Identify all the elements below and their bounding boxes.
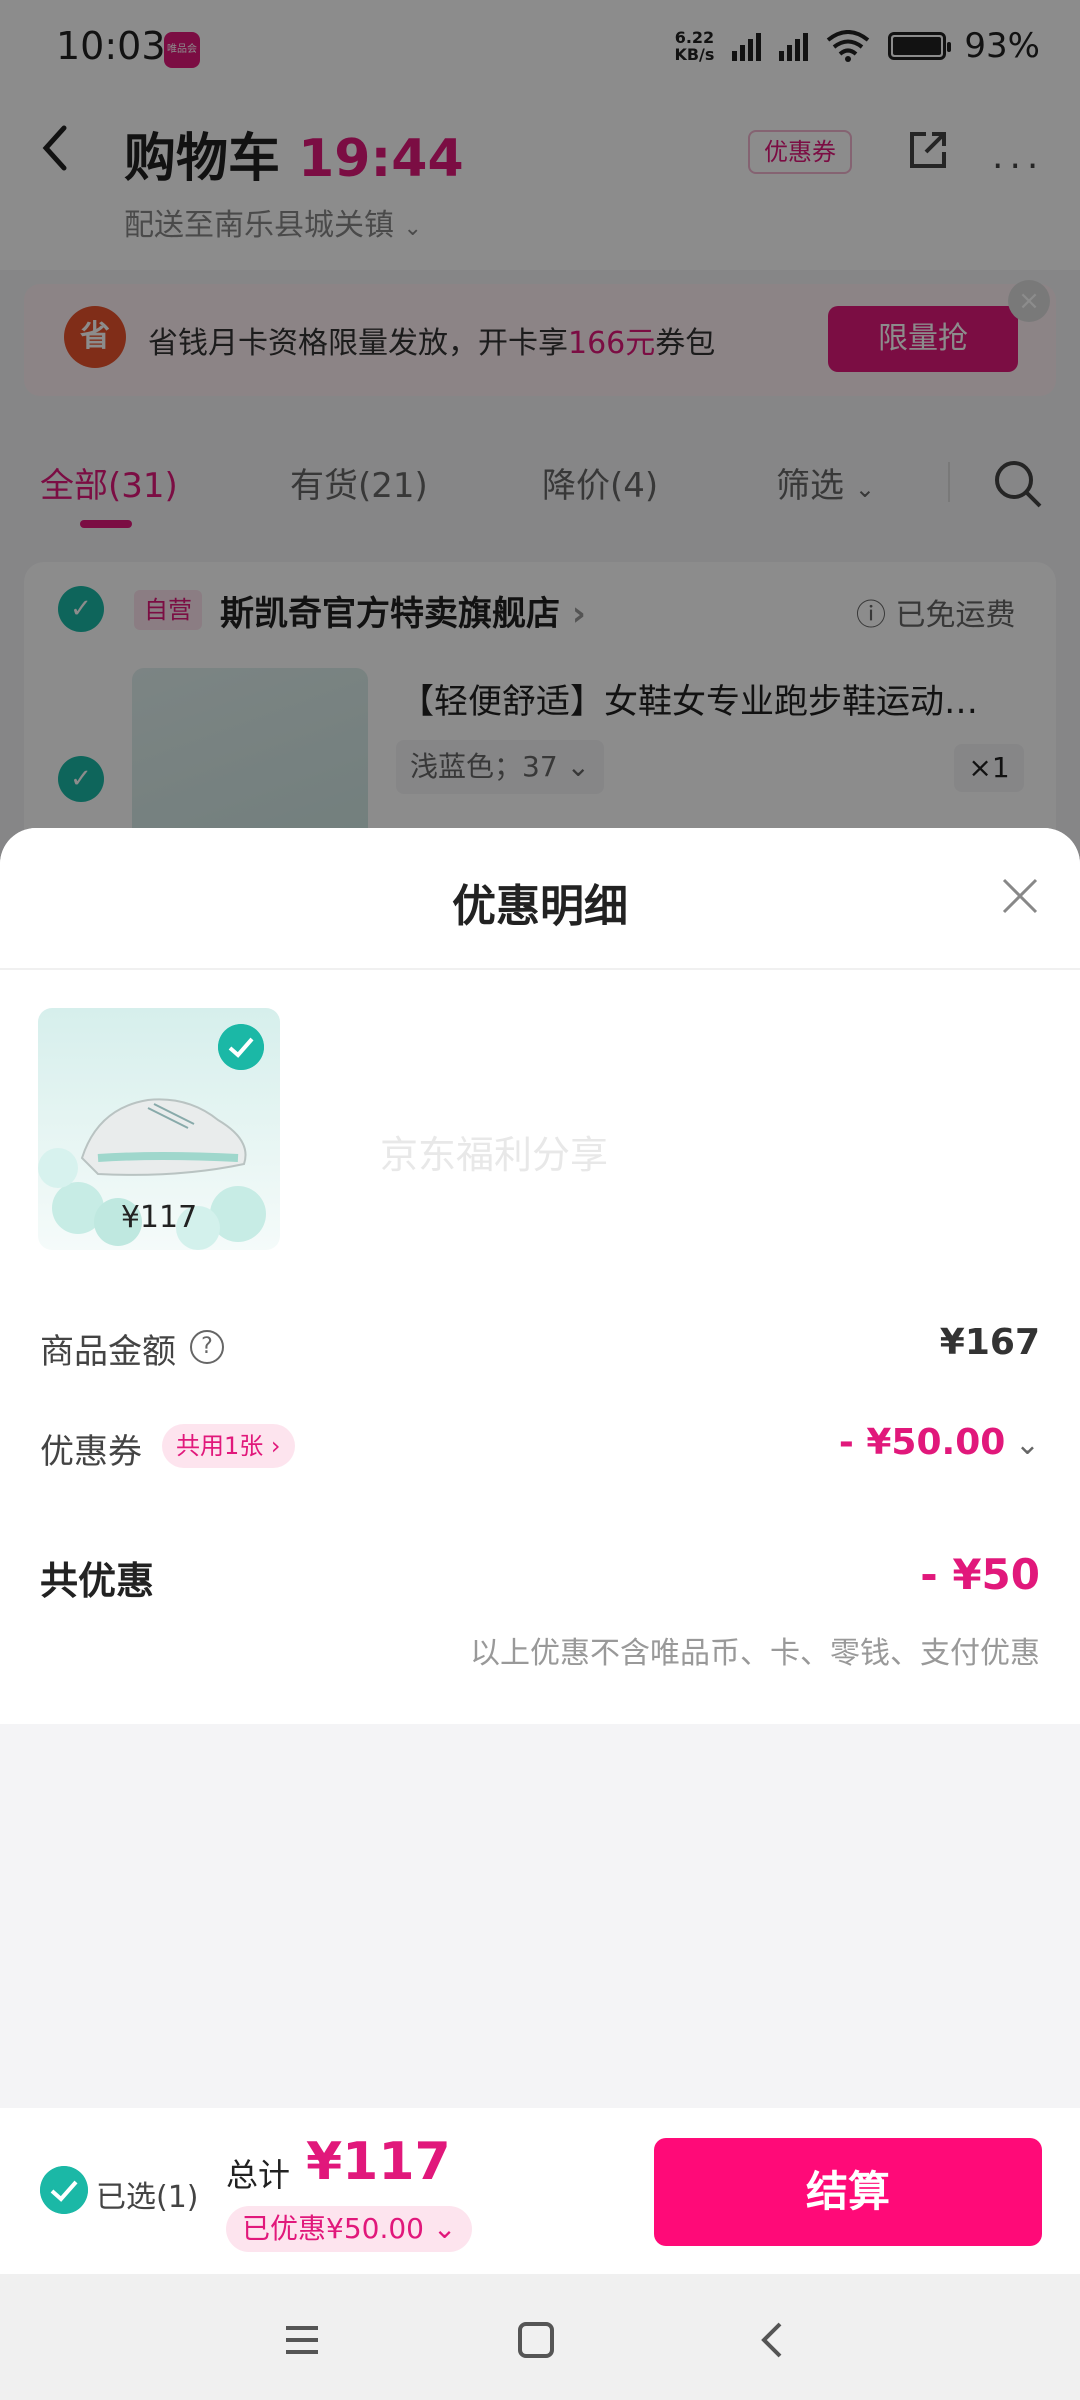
total-discount-value: - ¥50 [920, 1550, 1040, 1599]
coupon-count-tag[interactable]: 共用1张 › [162, 1424, 295, 1468]
select-all-check-icon[interactable] [40, 2166, 88, 2214]
checkout-button[interactable]: 结算 [654, 2138, 1042, 2246]
chevron-down-icon: ⌄ [432, 2212, 457, 2245]
selected-count: 已选(1) [96, 2180, 199, 2215]
coupon-label: 优惠券 [40, 1432, 142, 1472]
chevron-right-icon: › [270, 1432, 281, 1460]
goods-amount-label: 商品金额 [40, 1332, 176, 1372]
close-icon[interactable] [998, 874, 1042, 918]
goods-amount-value: ¥167 [939, 1322, 1040, 1363]
discount-note: 以上优惠不含唯品币、卡、零钱、支付优惠 [470, 1636, 1040, 1671]
total-value: ¥117 [306, 2132, 451, 2192]
checked-icon[interactable] [218, 1024, 264, 1070]
total-label: 总计 [226, 2156, 291, 2194]
sheet-content [0, 828, 1080, 1724]
coupon-value[interactable]: - ¥50.00 ⌄ [839, 1422, 1040, 1463]
help-icon[interactable]: ? [190, 1330, 224, 1364]
menu-icon[interactable] [272, 2310, 332, 2370]
divider [0, 968, 1080, 970]
total-discount-label: 共优惠 [40, 1559, 155, 1603]
sheet-title: 优惠明细 [452, 881, 628, 932]
discount-summary-chip[interactable]: 已优惠¥50.00 ⌄ [226, 2206, 473, 2252]
item-price: ¥117 [120, 1200, 198, 1235]
home-icon[interactable] [506, 2310, 566, 2370]
back-icon[interactable] [744, 2310, 804, 2370]
watermark: 京东福利分享 [380, 1133, 609, 1177]
chevron-down-icon: ⌄ [1005, 1427, 1040, 1462]
